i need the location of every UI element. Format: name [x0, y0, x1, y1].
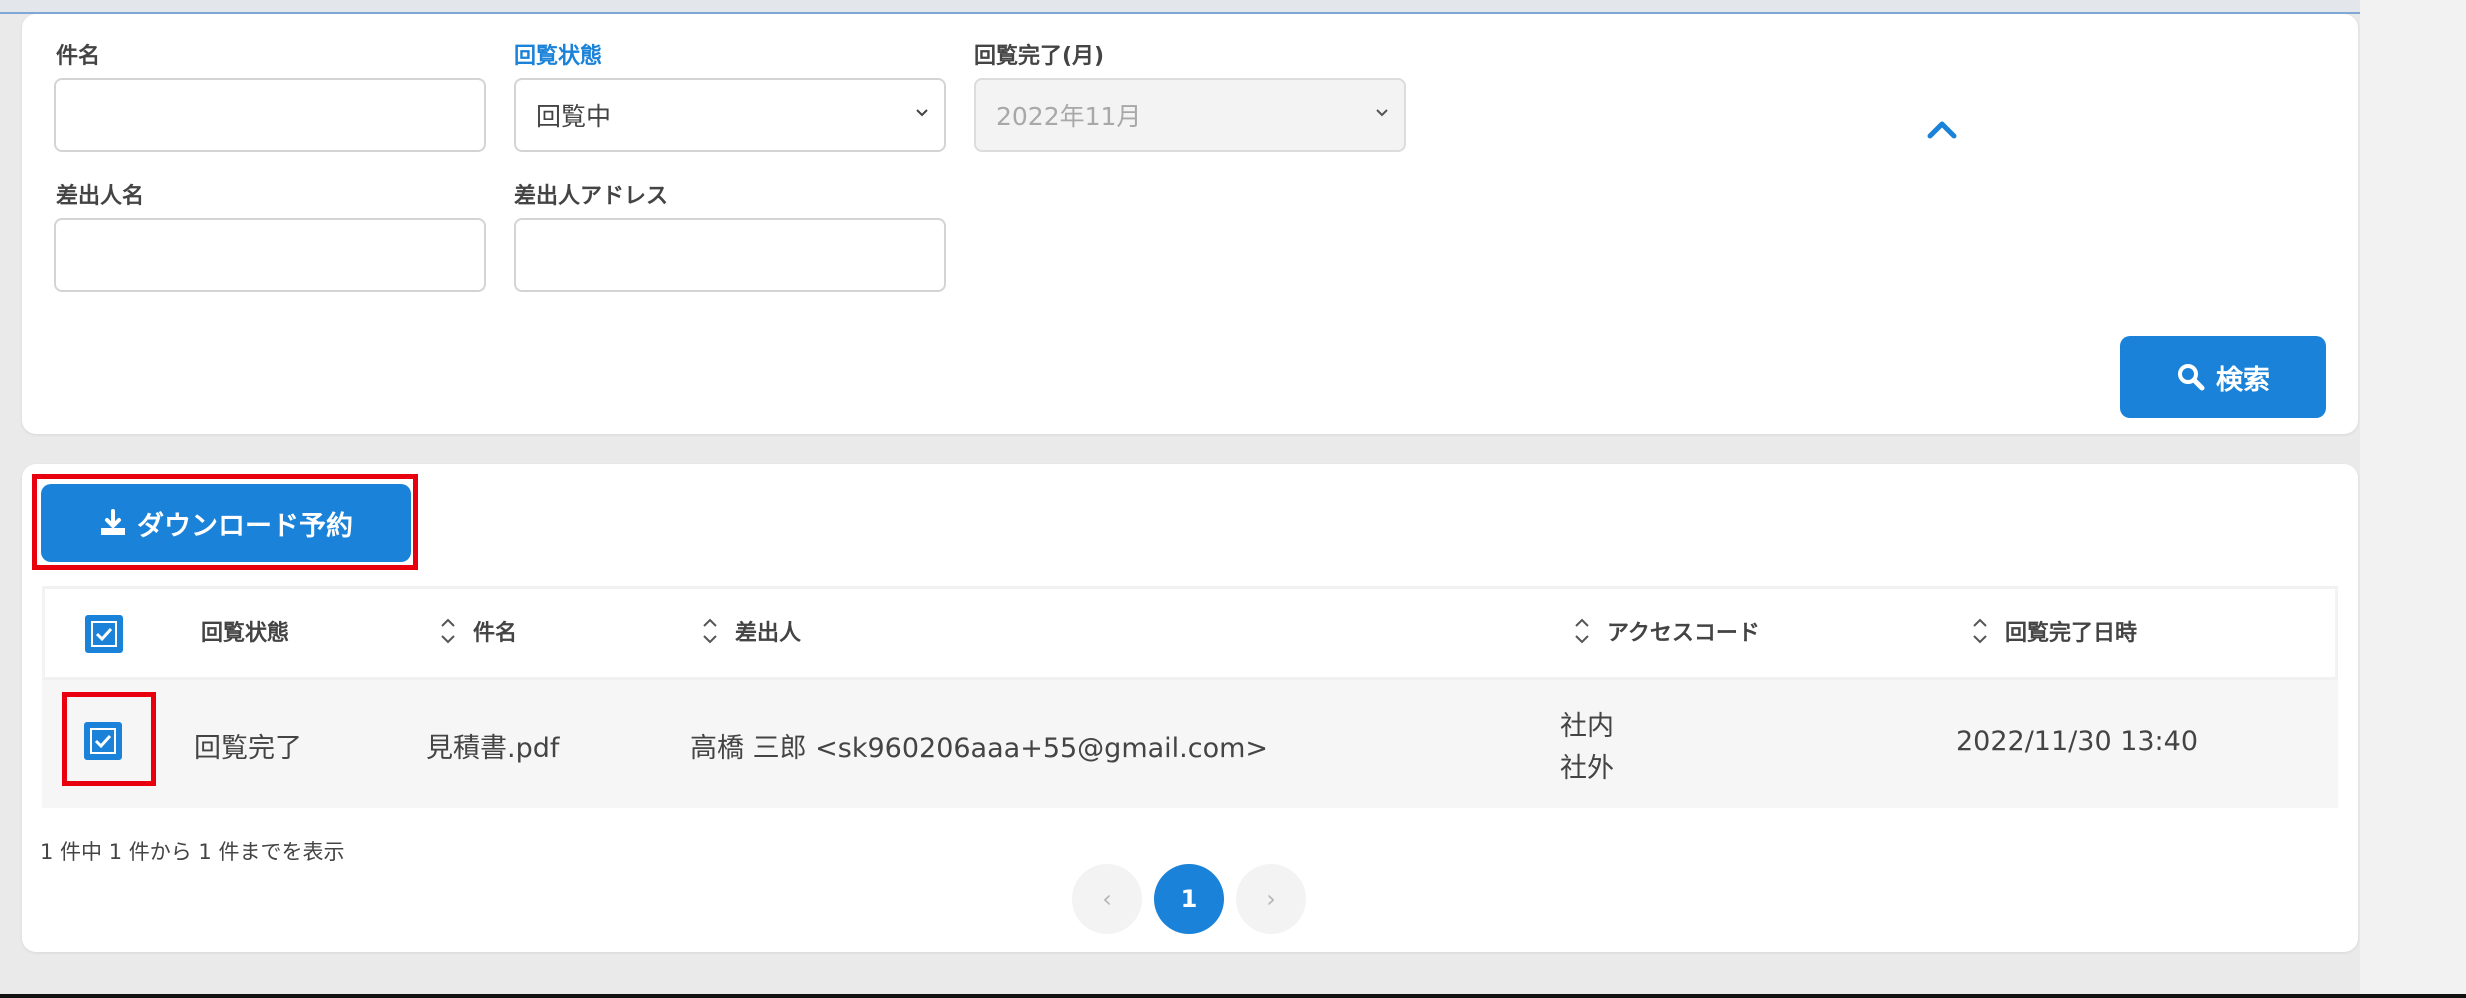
- download-icon: [101, 509, 125, 535]
- pagination-next[interactable]: ›: [1236, 864, 1306, 934]
- sort-icon: [1575, 618, 1589, 644]
- results-panel: ダウンロード予約 回覧状態 件名 差出人 アクセスコード 回覧完了日時 回覧完了…: [22, 464, 2358, 952]
- status-label: 回覧状態: [514, 44, 603, 69]
- pagination-page-1[interactable]: 1: [1154, 864, 1224, 934]
- table-header: 回覧状態 件名 差出人 アクセスコード 回覧完了日時: [42, 586, 2338, 680]
- row-status: 回覧完了: [194, 733, 302, 764]
- sender-address-label: 差出人アドレス: [514, 184, 669, 209]
- row-checkbox[interactable]: [84, 722, 122, 760]
- status-select[interactable]: 回覧中: [514, 78, 946, 152]
- subject-label: 件名: [56, 44, 101, 69]
- completed-month-label: 回覧完了(月): [974, 44, 1105, 69]
- search-button[interactable]: 検索: [2120, 336, 2326, 418]
- subject-input[interactable]: [54, 78, 486, 152]
- row-access-code-external: 社外: [1560, 753, 1614, 784]
- row-completed-at: 2022/11/30 13:40: [1956, 726, 2199, 757]
- chevron-down-icon: [916, 109, 928, 117]
- column-completed-at[interactable]: 回覧完了日時: [1971, 615, 2137, 647]
- check-icon: [95, 627, 113, 642]
- search-button-label: 検索: [2216, 364, 2270, 396]
- chevron-down-icon: [1376, 109, 1388, 117]
- completed-month-select: 2022年11月: [974, 78, 1406, 152]
- search-icon: [2178, 364, 2205, 391]
- sort-icon: [703, 618, 717, 644]
- column-access-code[interactable]: アクセスコード: [1573, 615, 1760, 647]
- result-summary: 1 件中 1 件から 1 件までを表示: [40, 840, 345, 864]
- download-reserve-label: ダウンロード予約: [137, 510, 353, 542]
- sender-name-input[interactable]: [54, 218, 486, 292]
- table-row[interactable]: 回覧完了 見積書.pdf 高橋 三郎 <sk960206aaa+55@gmail…: [42, 680, 2338, 808]
- sender-address-input[interactable]: [514, 218, 946, 292]
- row-access-code-internal: 社内: [1560, 711, 1614, 742]
- pagination-prev[interactable]: ‹: [1072, 864, 1142, 934]
- top-border: [0, 0, 2466, 14]
- sort-icon: [441, 618, 455, 644]
- sort-icon: [1973, 618, 1987, 644]
- bottom-border: [0, 994, 2466, 998]
- row-subject: 見積書.pdf: [426, 733, 560, 764]
- search-panel: 件名 回覧状態 回覧中 回覧完了(月) 2022年11月 差出人名 差出人アドレ…: [22, 14, 2358, 434]
- completed-month-value: 2022年11月: [996, 102, 1142, 131]
- right-gutter: [2360, 0, 2466, 998]
- sender-name-label: 差出人名: [56, 184, 145, 209]
- row-sender: 高橋 三郎 <sk960206aaa+55@gmail.com>: [690, 733, 1269, 764]
- column-subject[interactable]: 件名: [439, 615, 517, 647]
- chevron-up-icon[interactable]: [1922, 114, 1962, 144]
- check-icon: [94, 734, 112, 749]
- status-select-value: 回覧中: [536, 102, 612, 131]
- download-reserve-button[interactable]: ダウンロード予約: [41, 484, 411, 562]
- select-all-checkbox[interactable]: [85, 615, 123, 653]
- column-status: 回覧状態: [201, 621, 290, 646]
- column-sender[interactable]: 差出人: [701, 615, 801, 647]
